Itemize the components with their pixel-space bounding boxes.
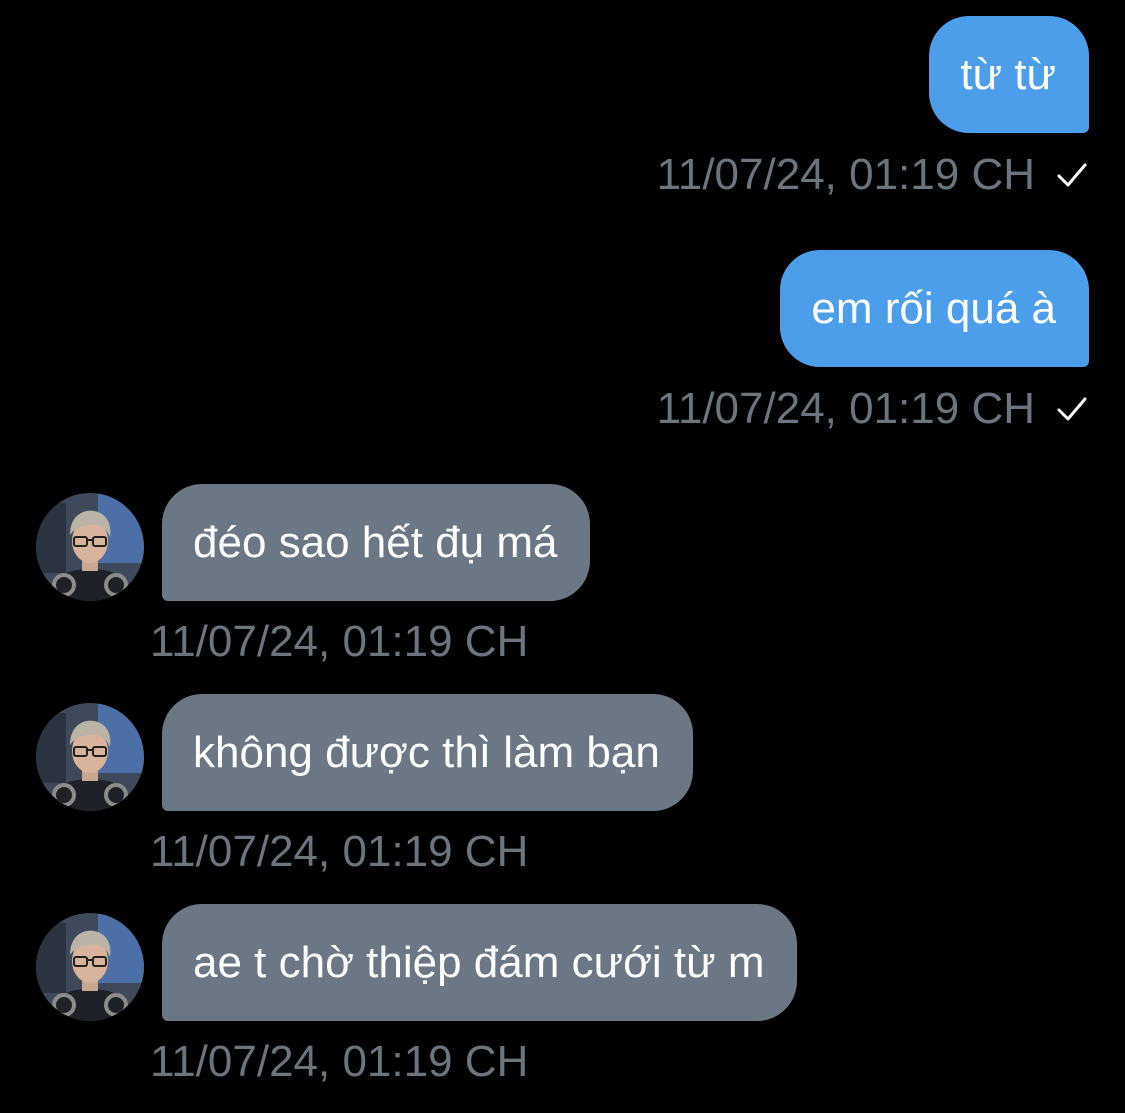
- incoming-message-bubble[interactable]: ae t chờ thiệp đám cưới từ m: [162, 904, 798, 1021]
- message-text: đéo sao hết đụ má: [193, 518, 558, 567]
- message-timestamp: 11/07/24, 01:19 CH: [656, 150, 1035, 199]
- message-text: ae t chờ thiệp đám cưới từ m: [193, 938, 765, 987]
- outgoing-message-bubble[interactable]: từ từ: [929, 16, 1089, 133]
- message-text: không được thì làm bạn: [193, 728, 660, 777]
- message-text: em rối quá à: [811, 284, 1056, 333]
- message-text: từ từ: [960, 50, 1056, 99]
- message-timestamp: 11/07/24, 01:19 CH: [150, 617, 529, 666]
- message-meta: 11/07/24, 01:19 CH: [657, 384, 1089, 434]
- check-icon: [1057, 163, 1087, 187]
- message-timestamp: 11/07/24, 01:19 CH: [656, 384, 1035, 433]
- message-meta: 11/07/24, 01:19 CH: [657, 150, 1089, 200]
- incoming-message-bubble[interactable]: không được thì làm bạn: [162, 694, 693, 811]
- message-timestamp: 11/07/24, 01:19 CH: [150, 827, 529, 876]
- avatar[interactable]: [36, 493, 144, 601]
- incoming-message-bubble[interactable]: đéo sao hết đụ má: [162, 484, 591, 601]
- message-timestamp: 11/07/24, 01:19 CH: [150, 1037, 529, 1086]
- check-icon: [1057, 397, 1087, 421]
- outgoing-message-bubble[interactable]: em rối quá à: [780, 250, 1089, 367]
- avatar[interactable]: [36, 913, 144, 1021]
- avatar[interactable]: [36, 703, 144, 811]
